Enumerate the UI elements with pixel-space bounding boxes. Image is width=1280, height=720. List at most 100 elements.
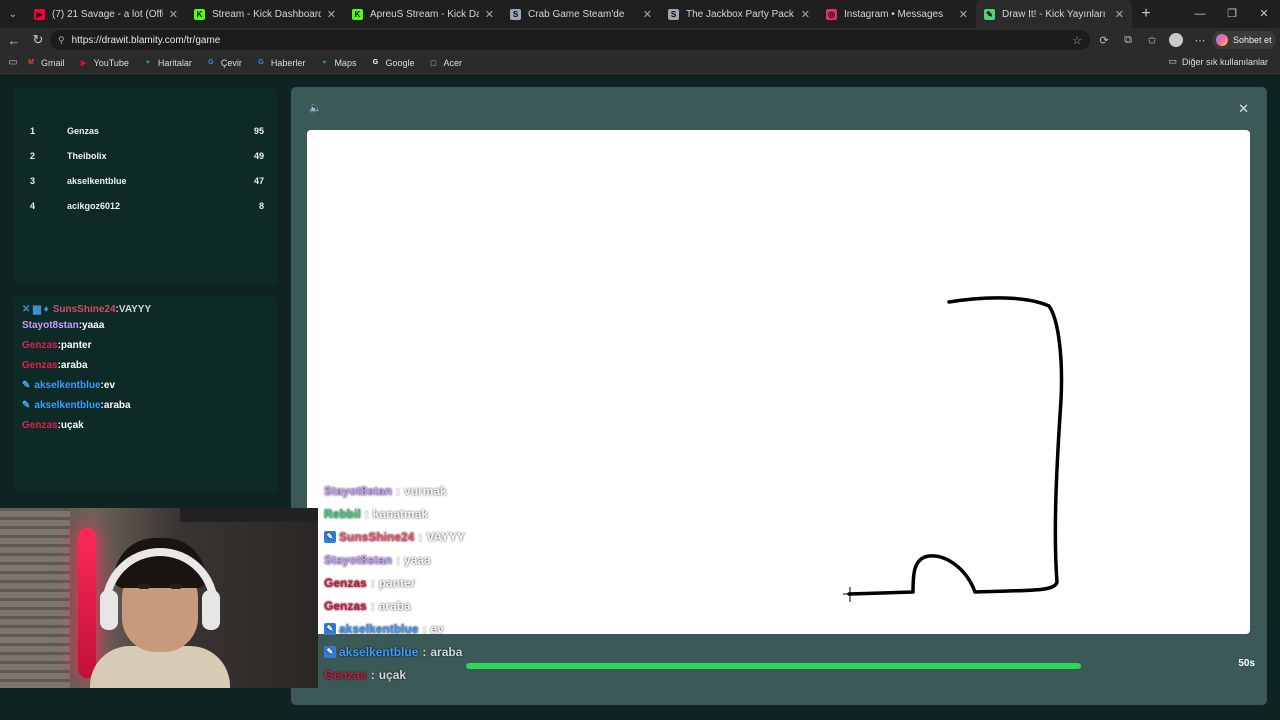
overlay-chat-username: Stayot8stan <box>324 552 393 567</box>
overlay-chat-text: araba <box>430 644 463 659</box>
leaderboard-panel: 1 Genzas 95 2 Theibolix 49 3 akselkentblue 47 4 ac… <box>14 88 278 285</box>
bookmark-item[interactable]: G Haberler <box>256 57 306 68</box>
chat-badge-icon: ✎ <box>324 645 336 658</box>
bookmark-label: Maps <box>334 57 357 68</box>
tab-favicon-icon: ◎ <box>826 8 837 20</box>
chat-message: Stayot8stan: yaaa <box>14 315 278 335</box>
overlay-chat-separator: : <box>396 483 401 498</box>
leaderboard-rank: 4 <box>30 200 36 211</box>
bookmark-item[interactable]: G Google <box>370 57 415 68</box>
crosshair-cursor-icon <box>843 587 857 602</box>
overlay-chat-message: Stayot8stan: vurmak <box>320 479 720 502</box>
tab-close-icon[interactable]: ✕ <box>801 8 810 21</box>
browser-tab[interactable]: ✎ Draw It! - Kick Yayınları İçin Çizim ✕ <box>976 0 1132 28</box>
leaderboard-score: 8 <box>258 200 264 211</box>
bookmark-icon: ⌖ <box>322 58 327 66</box>
overlay-chat-message: ✎ SunsShine24: VAYYY <box>320 525 720 548</box>
neon-light <box>78 528 96 678</box>
bookmark-item[interactable]: ⌖ Haritalar <box>143 58 192 68</box>
leaderboard-row: 1 Genzas 95 <box>14 118 278 143</box>
browser-tab[interactable]: ▶ (7) 21 Savage - a lot (Official Video) ✕ <box>26 0 186 28</box>
sidebar-toggle-icon[interactable]: ▭ <box>0 57 26 68</box>
profile-avatar[interactable] <box>1169 33 1183 47</box>
overlay-chat-text: uçak <box>378 667 407 682</box>
site-info-icon[interactable]: ⚲ <box>58 35 65 46</box>
overlay-chat-message: ✎ akselkentblue: ev <box>320 617 720 640</box>
chat-username: Genzas <box>22 419 58 431</box>
overlay-chat-text: kanatmak <box>372 506 429 521</box>
tab-close-icon[interactable]: ✕ <box>959 8 968 21</box>
tab-close-icon[interactable]: ✕ <box>169 8 178 21</box>
overlay-chat-text: vurmak <box>404 483 447 498</box>
chat-text: uçak <box>60 419 84 431</box>
favorite-star-icon[interactable]: ☆ <box>1072 34 1082 47</box>
overlay-chat-separator: : <box>422 621 427 636</box>
tab-close-icon[interactable]: ✕ <box>485 8 494 21</box>
url-text: https://drawit.blamity.com/tr/game <box>71 34 221 46</box>
browser-tab[interactable]: S Crab Game Steam'de ✕ <box>502 0 660 28</box>
split-screen-icon[interactable]: ⧉ <box>1116 34 1140 47</box>
chat-username: SunsShine24 <box>52 305 116 315</box>
extensions-icon[interactable]: ⟳ <box>1092 34 1116 47</box>
back-icon[interactable]: ← <box>2 33 26 48</box>
overlay-chat-separator: : <box>418 529 423 544</box>
refresh-icon[interactable]: ↻ <box>26 32 50 48</box>
tab-title: Draw It! - Kick Yayınları İçin Çizim <box>1002 8 1109 20</box>
minimize-icon[interactable]: — <box>1184 0 1216 28</box>
bookmark-item[interactable]: G Çevir <box>206 58 242 68</box>
tab-close-icon[interactable]: ✕ <box>643 8 652 21</box>
tab-actions-menu[interactable]: ⌄ <box>0 0 26 28</box>
timer-label: 50s <box>1238 658 1255 669</box>
leaderboard-rank: 3 <box>30 175 36 186</box>
chat-message: Genzas: panter <box>14 335 278 355</box>
side-chat-panel: ✕ ▆ ♦ SunsShine24: VAYYY Stayot8stan: yaaa Ge… <box>14 297 278 493</box>
bookmark-label: Haberler <box>270 57 306 68</box>
bookmark-item[interactable]: M Gmail <box>26 58 64 68</box>
tab-close-icon[interactable]: ✕ <box>1115 8 1124 21</box>
other-bookmarks[interactable]: ▭ Diğer sık kullanılanlar <box>1168 56 1268 67</box>
tab-title: Instagram • Messages <box>844 8 944 20</box>
chat-message: Genzas: uçak <box>14 415 278 435</box>
leaderboard-rank: 2 <box>30 150 36 161</box>
overlay-chat-message: Stayot8stan: yaaa <box>320 548 720 571</box>
bookmark-item[interactable]: ⌖ Maps <box>319 58 356 68</box>
overlay-chat-text: VAYYY <box>426 529 466 544</box>
browser-tab[interactable]: S The Jackbox Party Pack Steam'de ✕ <box>660 0 818 28</box>
streamer-body <box>90 646 230 688</box>
chat-badge-icon: ✎ <box>324 530 336 543</box>
bookmark-item[interactable]: ▶ YouTube <box>79 58 129 68</box>
browser-tab[interactable]: ◎ Instagram • Messages ✕ <box>818 0 976 28</box>
leaderboard-name: Genzas <box>67 125 100 136</box>
bookmark-item[interactable]: ▢ Acer <box>428 58 462 68</box>
chat-username: Genzas <box>22 359 58 371</box>
bookmark-label: Google <box>385 57 415 68</box>
more-options-icon[interactable]: ⋯ <box>1188 34 1212 47</box>
leaderboard-name: Theibolix <box>67 150 107 161</box>
favorites-icon[interactable]: ✩ <box>1140 34 1164 47</box>
url-field[interactable]: ⚲ https://drawit.blamity.com/tr/game ☆ <box>50 30 1090 50</box>
overlay-chat-username: SunsShine24 <box>339 529 415 544</box>
browser-tab[interactable]: K Stream - Kick Dashboard ✕ <box>186 0 344 28</box>
tab-title: The Jackbox Party Pack Steam'de <box>686 8 795 20</box>
sound-toggle-icon[interactable]: 🔈 <box>309 103 321 114</box>
bookmark-label: YouTube <box>93 57 129 68</box>
bookmark-icon: G <box>258 59 264 66</box>
tab-title: Stream - Kick Dashboard <box>212 8 321 20</box>
overlay-chat-message: ✎ akselkentblue: araba <box>320 640 720 663</box>
close-window-icon[interactable]: ✕ <box>1248 0 1280 28</box>
tab-close-icon[interactable]: ✕ <box>327 8 336 21</box>
leaderboard-name: akselkentblue <box>67 175 127 186</box>
new-tab-button[interactable]: + <box>1132 5 1160 23</box>
tab-favicon-icon: ▶ <box>34 8 45 20</box>
restore-icon[interactable]: ❐ <box>1216 0 1248 28</box>
copilot-button[interactable]: Sohbet et <box>1212 31 1276 49</box>
bookmark-icon: ▶ <box>80 59 87 67</box>
browser-tab[interactable]: K ApreuS Stream - Kick Dashboard ✕ <box>344 0 502 28</box>
headset-ear-left <box>100 590 118 630</box>
address-toolbar: ← ↻ ⚲ https://drawit.blamity.com/tr/game… <box>0 28 1280 52</box>
close-game-icon[interactable]: ✕ <box>1238 101 1249 117</box>
bookmark-icon: M <box>28 59 34 66</box>
leaderboard-rank: 1 <box>30 125 36 136</box>
leaderboard-name: acikgoz6012 <box>67 200 121 211</box>
overlay-chat-separator: : <box>422 644 427 659</box>
